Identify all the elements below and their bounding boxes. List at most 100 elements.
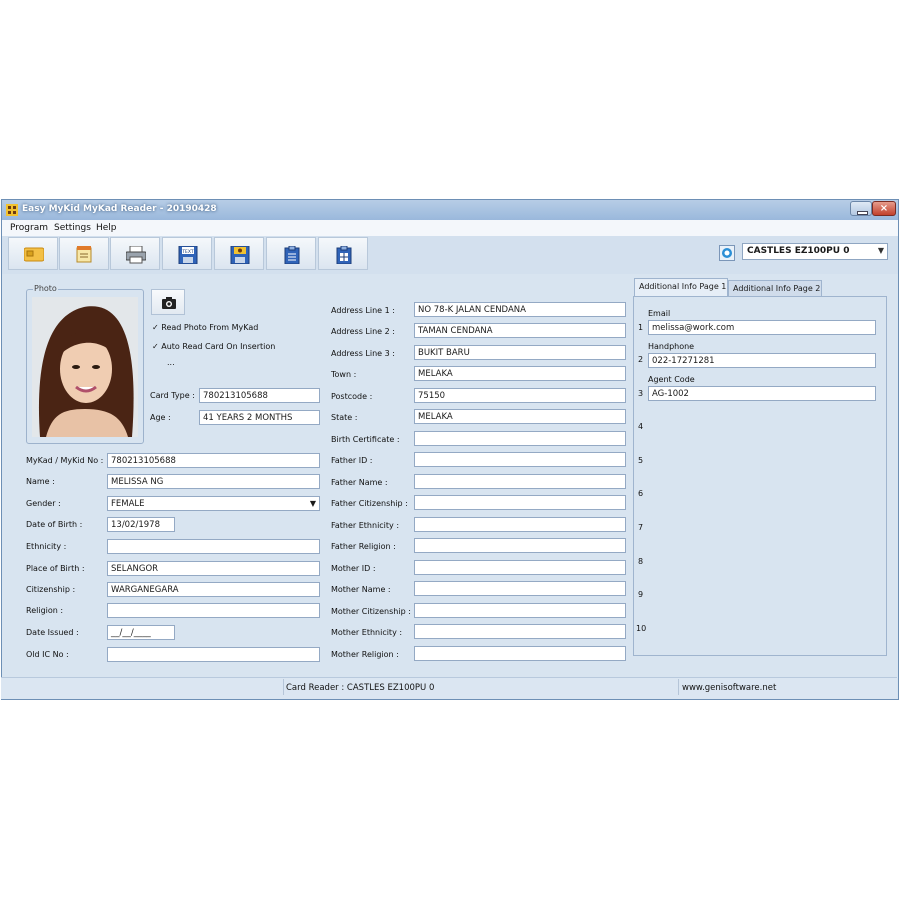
read-photo-label: Read Photo From MyKad (161, 323, 259, 332)
date-issued-label: Date Issued : (26, 628, 79, 637)
status-divider (678, 679, 679, 695)
address-line2-field[interactable]: TAMAN CENDANA (414, 323, 626, 338)
row-number: 2 (638, 355, 644, 364)
more-options-link[interactable]: ... (167, 358, 175, 367)
religion-field[interactable] (107, 603, 320, 618)
mother-ethnicity-label: Mother Ethnicity : (331, 628, 403, 637)
handphone-field[interactable]: 022-17271281 (648, 353, 876, 368)
mother-citizenship-field[interactable] (414, 603, 626, 618)
ethnicity-field[interactable] (107, 539, 320, 554)
state-label: State : (331, 413, 358, 422)
father-name-field[interactable] (414, 474, 626, 489)
auto-read-label: Auto Read Card On Insertion (161, 342, 276, 351)
read-photo-checkbox[interactable]: ✓ Read Photo From MyKad (152, 323, 258, 332)
mykad-field[interactable]: 780213105688 (107, 453, 320, 468)
religion-label: Religion : (26, 606, 64, 615)
mother-ethnicity-field[interactable] (414, 624, 626, 639)
print-button[interactable] (110, 237, 160, 270)
row-number: 3 (638, 389, 644, 398)
card-reader-select-value: CASTLES EZ100PU 0 (747, 246, 850, 256)
row-number: 10 (636, 624, 647, 633)
row-number: 6 (638, 489, 644, 498)
tab-additional-info-1[interactable]: Additional Info Page 1 (634, 278, 728, 296)
state-field[interactable]: MELAKA (414, 409, 626, 424)
tab-additional-info-2[interactable]: Additional Info Page 2 (728, 280, 822, 296)
handphone-label: Handphone (648, 342, 695, 351)
birth-cert-label: Birth Certificate : (331, 435, 400, 444)
address-line3-field[interactable]: BUKIT BARU (414, 345, 626, 360)
birth-cert-field[interactable] (414, 431, 626, 446)
clipboard-icon (284, 246, 300, 264)
row-number: 8 (638, 557, 644, 566)
email-field[interactable]: melissa@work.com (648, 320, 876, 335)
name-field[interactable]: MELISSA NG (107, 474, 320, 489)
save-image-button[interactable] (214, 237, 264, 270)
read-card-button[interactable] (8, 237, 58, 270)
menu-program[interactable]: Program (10, 223, 48, 233)
close-button[interactable]: × (872, 201, 896, 216)
save-text-button[interactable]: TEXT (162, 237, 212, 270)
minimize-button[interactable] (850, 201, 872, 216)
father-citizenship-field[interactable] (414, 495, 626, 510)
menu-bar: Program Settings Help (2, 220, 898, 236)
citizenship-field[interactable]: WARGANEGARA (107, 582, 320, 597)
dob-label: Date of Birth : (26, 520, 83, 529)
address-line3-label: Address Line 3 : (331, 349, 395, 358)
chevron-down-icon: ▼ (309, 499, 316, 508)
photo-legend: Photo (33, 284, 58, 293)
mother-id-label: Mother ID : (331, 564, 376, 573)
citizenship-label: Citizenship : (26, 585, 76, 594)
agent-code-field[interactable]: AG-1002 (648, 386, 876, 401)
mykad-label: MyKad / MyKid No : (26, 456, 104, 465)
row-number: 4 (638, 422, 644, 431)
status-divider (283, 679, 284, 695)
row-number: 5 (638, 456, 644, 465)
card-reader-select[interactable]: CASTLES EZ100PU 0 ▼ (742, 243, 888, 260)
export-button[interactable] (266, 237, 316, 270)
postcode-field[interactable]: 75150 (414, 388, 626, 403)
town-field[interactable]: MELAKA (414, 366, 626, 381)
camera-icon (162, 297, 176, 309)
dob-field[interactable]: 13/02/1978 (107, 517, 175, 532)
mother-name-field[interactable] (414, 581, 626, 596)
printer-icon (126, 246, 146, 264)
mother-religion-field[interactable] (414, 646, 626, 661)
row-number: 1 (638, 323, 644, 332)
notepad-icon (76, 246, 92, 263)
card-type-field[interactable]: 780213105688 (199, 388, 320, 403)
save-text-icon: TEXT (178, 246, 198, 264)
old-ic-label: Old IC No : (26, 650, 69, 659)
mother-id-field[interactable] (414, 560, 626, 575)
capture-photo-button[interactable] (151, 289, 185, 315)
window-title: Easy MyKid MyKad Reader - 20190428 (22, 204, 217, 214)
menu-settings[interactable]: Settings (54, 223, 91, 233)
name-label: Name : (26, 477, 55, 486)
card-reader-icon[interactable] (719, 245, 735, 261)
father-id-field[interactable] (414, 452, 626, 467)
menu-help[interactable]: Help (96, 223, 117, 233)
address-line1-field[interactable]: NO 78-K JALAN CENDANA (414, 302, 626, 317)
auto-read-checkbox[interactable]: ✓ Auto Read Card On Insertion (152, 342, 275, 351)
gender-select[interactable]: FEMALE ▼ (107, 496, 320, 511)
gender-value: FEMALE (111, 499, 145, 509)
title-bar[interactable]: Easy MyKid MyKad Reader - 20190428 × (2, 200, 898, 220)
row-number: 7 (638, 523, 644, 532)
town-label: Town : (331, 370, 357, 379)
app-logo-icon (6, 204, 18, 216)
old-ic-field[interactable] (107, 647, 320, 662)
age-field[interactable]: 41 YEARS 2 MONTHS (199, 410, 320, 425)
father-ethnicity-field[interactable] (414, 517, 626, 532)
pob-field[interactable]: SELANGOR (107, 561, 320, 576)
smartcard-icon (24, 247, 44, 262)
date-issued-field[interactable]: __/__/____ (107, 625, 175, 640)
export-all-button[interactable] (318, 237, 368, 270)
svg-text:TEXT: TEXT (181, 249, 194, 255)
chevron-down-icon: ▼ (877, 246, 884, 255)
gender-label: Gender : (26, 499, 61, 508)
postcode-label: Postcode : (331, 392, 373, 401)
father-religion-field[interactable] (414, 538, 626, 553)
address-line1-label: Address Line 1 : (331, 306, 395, 315)
ethnicity-label: Ethnicity : (26, 542, 67, 551)
edit-button[interactable] (59, 237, 109, 270)
card-type-label: Card Type : (150, 391, 195, 400)
